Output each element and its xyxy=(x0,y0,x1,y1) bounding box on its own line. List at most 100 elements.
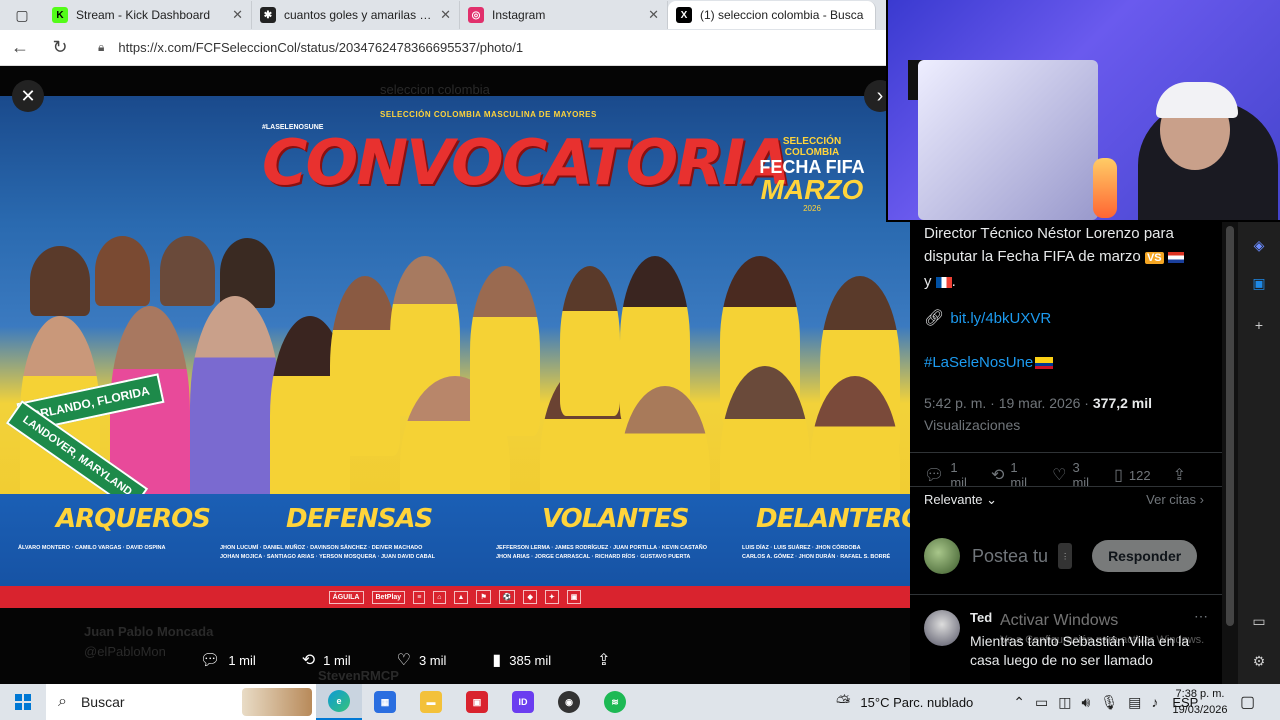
ai-icon: ✱ xyxy=(260,7,276,23)
taskbar-explorer[interactable]: ▬ xyxy=(408,684,454,720)
divider xyxy=(910,486,1222,487)
player-name: SANTIAGO ARIAS xyxy=(266,554,315,560)
repost-icon: ⟲ xyxy=(301,652,316,669)
player-name: KEVIN CASTAÑO xyxy=(661,545,707,551)
bed-image xyxy=(918,60,1098,220)
more-options-icon[interactable]: ⋯ xyxy=(1194,608,1208,625)
sponsor-logo: ÁGUILA xyxy=(328,590,364,604)
reply-icon: 💬︎ xyxy=(200,652,221,669)
taskbar-store[interactable]: ▦ xyxy=(362,684,408,720)
player-name: GUSTAVO PUERTA xyxy=(640,554,691,560)
heart-icon: ♡ xyxy=(396,652,411,669)
close-tab-icon[interactable]: ✕ xyxy=(648,7,659,23)
taskbar-clock[interactable]: 7:38 p. m. 19/03/2026 xyxy=(1168,686,1232,718)
tab-ai-search[interactable]: ✱ cuantos goles y amarilas tiene ✕ xyxy=(252,1,460,29)
copilot-icon[interactable]: ◈ xyxy=(1250,236,1268,254)
taskbar-app-purple[interactable]: ID xyxy=(500,684,546,720)
composer-scroll-icon[interactable]: ⋮ xyxy=(1058,543,1073,569)
convocatoria-poster-image: #LASELENOSUNE SELECCIÓN COLOMBIA MASCULI… xyxy=(0,96,910,608)
tweet-timestamp[interactable]: 5:42 p. m. · 19 mar. 2026 · xyxy=(924,395,1093,411)
tab-title: (1) seleccion colombia - Busca xyxy=(700,8,864,22)
player-name: JHON ARIAS xyxy=(496,554,530,560)
start-button[interactable] xyxy=(0,684,46,720)
reply-submit-button[interactable]: Responder xyxy=(1092,540,1198,572)
heart-icon: ♡ xyxy=(1052,467,1067,484)
taskbar-app-red[interactable]: ▣ xyxy=(454,684,500,720)
reload-icon[interactable]: ↻ xyxy=(40,30,80,66)
network-icon[interactable]: ▭ xyxy=(1035,694,1048,711)
volume-icon[interactable]: 🔊︎ xyxy=(1082,694,1091,711)
player-name: DAVID OSPINA xyxy=(126,545,166,551)
sponsor-logo: ✦ xyxy=(544,590,559,604)
player-figure xyxy=(470,266,540,436)
midfielder-names: JEFFERSON LERMA · JAMES RODRÍGUEZ · JUAN… xyxy=(496,545,707,560)
notifications-icon[interactable]: ▢ xyxy=(1240,692,1255,712)
taskbar-search[interactable]: ⌕ Buscar xyxy=(46,684,316,720)
player-name: LUIS SUÁREZ xyxy=(773,545,811,551)
close-icon[interactable]: ✕ xyxy=(12,80,44,112)
settings-gear-icon[interactable]: ⚙ xyxy=(1250,652,1268,670)
badge-line: SELECCIÓN COLOMBIA xyxy=(782,136,842,158)
player-name: ÁLVARO MONTERO xyxy=(18,545,71,551)
url-field[interactable]: 🔒︎ https://x.com/FCFSeleccionCol/status/… xyxy=(88,34,868,62)
commenter-name[interactable]: Ted xyxy=(970,610,992,625)
tab-title: Instagram xyxy=(492,8,546,22)
reply-composer: Postea tu ⋮ Responder xyxy=(924,534,1214,578)
photo-action-bar: 💬︎ 1 mil ⟲ 1 mil ♡ 3 mil ▮ 385 mil ⇪ xyxy=(0,644,910,676)
close-tab-icon[interactable]: ✕ xyxy=(440,7,451,23)
tab-x-search[interactable]: X (1) seleccion colombia - Busca xyxy=(668,1,876,29)
poster-top-label: SELECCIÓN COLOMBIA MASCULINA DE MAYORES xyxy=(380,110,597,119)
player-name: RAFAEL S. BORRÉ xyxy=(840,554,891,560)
share-button[interactable]: ⇪ xyxy=(597,650,618,670)
tweet-hashtag[interactable]: #LaSeleNosUne xyxy=(924,354,1054,371)
meet-icon[interactable]: ◫ xyxy=(1058,694,1071,711)
bookmark-stat-button[interactable]: ▯ 122 xyxy=(1114,465,1151,485)
chevron-up-icon[interactable]: ⌃ xyxy=(1013,694,1025,711)
player-name: CARLOS A. GÓMEZ xyxy=(742,554,794,560)
taskbar-edge[interactable]: e xyxy=(316,684,362,720)
hashtag-text[interactable]: #LaSeleNosUne xyxy=(924,354,1033,371)
reply-input[interactable]: Postea tu xyxy=(972,546,1048,567)
photo-viewer: seleccion colombia Juan Pablo Moncada @e… xyxy=(0,66,910,686)
sort-dropdown[interactable]: Relevante ⌄ xyxy=(924,492,997,508)
windows-taskbar: ⌕ Buscar e ▦ ▬ ▣ ID ◉ ≋ ⛅︎ 15°C Parc. nu… xyxy=(0,684,1280,720)
page-scrollbar[interactable] xyxy=(1222,222,1238,686)
tweet-link[interactable]: 🔗︎ bit.ly/4bkUXVR xyxy=(924,308,1051,328)
weather-text[interactable]: 15°C Parc. nublado xyxy=(860,695,973,710)
reply-button[interactable]: 💬︎ 1 mil xyxy=(200,650,256,670)
store-icon: ▦ xyxy=(374,691,396,713)
speaker-icon[interactable]: ♪ xyxy=(1151,694,1158,710)
link-icon: 🔗︎ xyxy=(924,310,945,327)
outlook-icon[interactable]: ▣ xyxy=(1250,274,1268,292)
link-text[interactable]: bit.ly/4bkUXVR xyxy=(950,310,1051,327)
lock-icon: 🔒︎ xyxy=(98,40,105,54)
add-icon[interactable]: + xyxy=(1250,316,1268,334)
tab-kick[interactable]: K Stream - Kick Dashboard ✕ xyxy=(44,1,252,29)
sponsor-logo: ◆ xyxy=(523,590,537,604)
sidebar-toggle-icon[interactable]: ▭ xyxy=(1250,612,1268,630)
repost-button[interactable]: ⟲ 1 mil xyxy=(302,650,351,670)
share-stat-button[interactable]: ⇪ xyxy=(1173,465,1192,485)
like-button[interactable]: ♡ 3 mil xyxy=(397,650,447,670)
tab-instagram[interactable]: ◎ Instagram ✕ xyxy=(460,1,668,29)
taskbar-obs[interactable]: ◉ xyxy=(546,684,592,720)
activate-windows-subtext: Ve a Configuración para activar Windows. xyxy=(1000,634,1205,646)
scrollbar-thumb[interactable] xyxy=(1226,226,1234,626)
player-name: YERSON MOSQUERA xyxy=(319,554,377,560)
sort-label: Relevante xyxy=(924,492,983,507)
sponsor-logo: BetPlay xyxy=(371,590,406,604)
position-heading: DEFENSAS xyxy=(286,504,433,534)
back-arrow-icon[interactable]: ← xyxy=(0,30,40,66)
quotes-link[interactable]: Ver citas › xyxy=(1146,492,1204,508)
close-tab-icon[interactable]: ✕ xyxy=(232,7,243,23)
tweet-meta: 5:42 p. m. · 19 mar. 2026 · 377,2 mil Vi… xyxy=(924,392,1152,436)
display-icon[interactable]: ▤ xyxy=(1128,694,1141,711)
reply-icon: 💬︎ xyxy=(924,467,945,484)
badge-line: 2026 xyxy=(803,204,821,213)
microphone-icon[interactable]: 🎙︎ xyxy=(1100,694,1118,711)
views-button[interactable]: ▮ 385 mil xyxy=(492,650,551,670)
search-highlight-image xyxy=(242,688,312,716)
taskbar-spotify[interactable]: ≋ xyxy=(592,684,638,720)
sponsor-logo: ▲ xyxy=(453,590,469,604)
tab-actions-icon[interactable]: ▢ xyxy=(0,0,44,30)
